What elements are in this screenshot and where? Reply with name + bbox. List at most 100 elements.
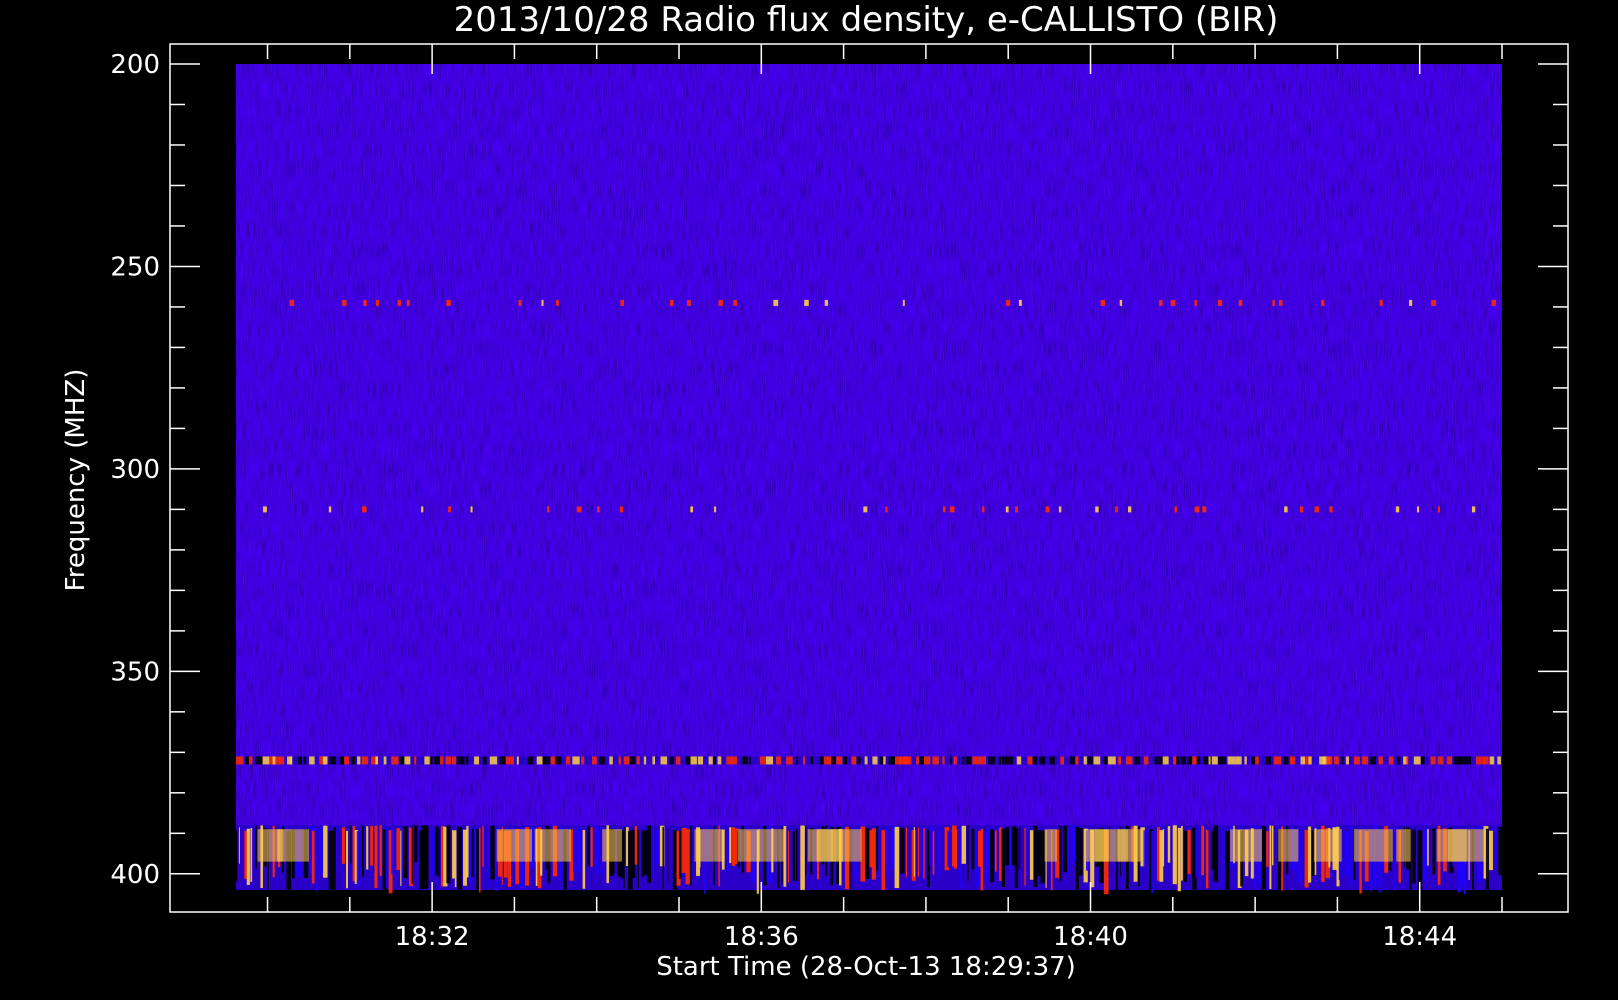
interference-band-cell [1005,827,1010,866]
interference-blip [1128,506,1132,513]
interference-band-cell [328,830,334,890]
interference-band-cell [894,826,900,889]
interference-band-cell [1493,825,1496,866]
interference-blip [733,299,738,306]
interference-band-cell [303,756,307,765]
interference-band-cell [678,830,682,879]
interference-band-cell [451,756,457,765]
interference-band-cell [489,756,498,765]
interference-band-cell [690,756,697,765]
y-tick-label: 200 [110,50,160,80]
interference-band-cell [246,828,250,885]
interference-band-cell [1049,756,1055,765]
interference-band-cell [1027,756,1033,765]
interference-blip [1238,299,1243,306]
interference-band-cell [1370,756,1376,765]
interference-band-cell [652,826,654,879]
interference-blip [1379,299,1383,306]
interference-band-cell [1134,756,1141,765]
interference-band-cell [1459,756,1467,765]
interference-band-cell [456,756,465,765]
interference-band-cell [923,828,925,879]
interference-band-cell [385,825,389,889]
interference-band-cell [1088,756,1093,765]
interference-band-cell [796,829,798,881]
interference-band-cell [836,756,843,765]
interference-blip [670,299,674,306]
interference-band-cell [905,827,908,878]
interference-band-cell [971,828,975,870]
interference-band-cell [336,826,338,871]
interference-band-cell [403,826,408,879]
interference-blip [1045,506,1050,513]
interference-band-cell [1489,756,1495,765]
interference-band-cell [1024,827,1026,886]
interference-band-cell [1423,828,1427,881]
interference-band-cell [474,756,480,765]
interference-blip [1329,506,1333,513]
interference-band-cell [236,756,244,765]
interference-band-cell [577,827,581,872]
interference-band-cell [662,826,664,891]
interference-band-cell [536,756,543,765]
interference-band-cell [667,829,669,884]
interference-blip [902,299,905,306]
interference-band-cell [1430,756,1436,765]
interference-band-cell [843,756,848,765]
interference-burst [496,829,533,862]
interference-band-cell [972,756,980,765]
interference-band-cell [1026,827,1029,877]
interference-band-cell [823,756,829,765]
interference-band-cell [796,756,799,765]
interference-band-cell [1060,756,1065,765]
interference-band-cell [685,829,690,885]
interference-band-cell [1211,756,1218,765]
interference-blip [1395,506,1400,513]
interference-band-cell [717,756,722,765]
interference-band-cell [669,756,674,765]
interference-band-cell [311,830,315,884]
interference-band-cell [1218,756,1227,765]
interference-band-cell [641,830,644,878]
interference-band-cell [759,756,767,765]
y-tick-label: 250 [110,252,160,282]
interference-band-cell [731,756,738,765]
interference-band-cell [726,830,730,872]
interference-band-cell [1039,756,1046,765]
interference-band-cell [748,756,752,765]
interference-band-cell [414,825,418,863]
interference-band-cell [1271,825,1274,866]
interference-band-cell [916,756,919,765]
interference-band-cell [1143,830,1145,870]
interference-band-cell [351,756,356,765]
interference-band-cell [356,830,359,887]
interference-band-cell [1417,830,1423,890]
interference-band-cell [297,756,302,765]
interference-band-cell [672,830,677,895]
interference-band-cell [1001,828,1006,888]
interference-blip [363,299,367,306]
interference-band-cell [990,829,995,883]
interference-burst [1044,829,1058,862]
interference-band-cell [1481,756,1489,765]
interference-band-cell [1341,756,1344,765]
interference-band-cell [516,756,519,765]
interference-band-cell [391,829,395,875]
interference-blip [1119,299,1123,306]
interference-blip [470,506,473,513]
interference-band-cell [1062,825,1068,873]
interference-band-cell [272,756,276,765]
interference-band-cell [1067,826,1070,875]
interference-band-cell [924,756,931,765]
x-tick-label: 18:44 [1382,922,1457,952]
interference-band-cell [1420,756,1425,765]
interference-band-cell [581,756,585,765]
interference-band-cell [482,825,484,867]
interference-band-cell [565,756,571,765]
interference-blip [824,299,829,306]
interference-blip [1115,506,1118,513]
interference-band-cell [630,756,636,765]
interference-band-cell [982,756,986,765]
interference-band-cell [872,756,878,765]
interference-band-cell [1244,756,1247,765]
